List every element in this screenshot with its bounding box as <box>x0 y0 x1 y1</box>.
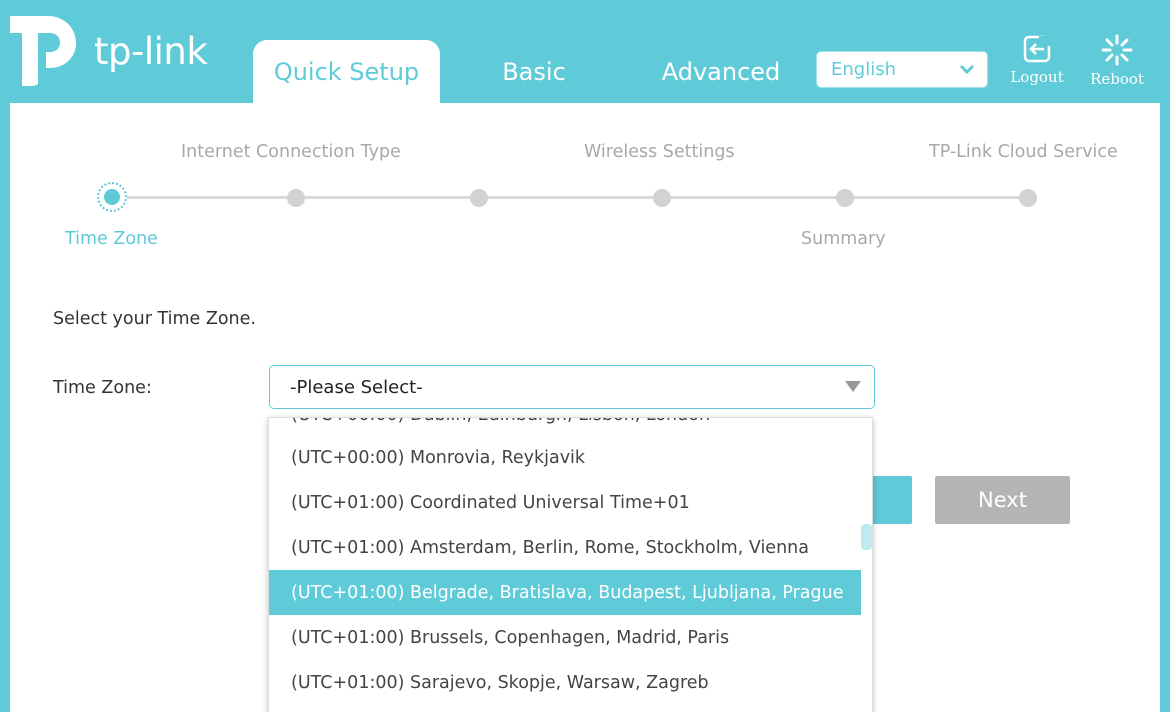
logout-button[interactable]: Logout <box>1002 34 1072 94</box>
list-item[interactable]: (UTC+01:00) Brussels, Copenhagen, Madrid… <box>269 615 861 660</box>
dropdown-scrollbar-thumb[interactable] <box>861 524 872 550</box>
step-summary: Summary <box>801 229 886 249</box>
dropdown-arrow-icon <box>845 381 861 392</box>
language-select[interactable]: English <box>816 51 988 88</box>
list-item[interactable]: (UTC+00:00) Dublin, Edinburgh, Lisbon, L… <box>269 418 861 437</box>
step-dot-summary <box>836 189 854 207</box>
instruction-text: Select your Time Zone. <box>53 309 256 329</box>
step-cloud-service: TP-Link Cloud Service <box>929 142 1118 162</box>
time-zone-select[interactable]: -Please Select- <box>269 365 875 409</box>
list-item[interactable]: (UTC+01:00) Coordinated Universal Time+0… <box>269 480 861 525</box>
stepper-track <box>112 196 1028 199</box>
step-dot-2 <box>470 189 488 207</box>
chevron-down-icon <box>959 64 975 75</box>
step-internet-connection-type: Internet Connection Type <box>181 142 401 162</box>
tab-quick-setup[interactable]: Quick Setup <box>253 40 440 103</box>
tab-basic[interactable]: Basic <box>470 40 598 103</box>
logout-icon <box>1023 35 1051 63</box>
reboot-icon <box>1101 34 1133 66</box>
time-zone-label: Time Zone: <box>53 378 152 398</box>
reboot-label: Reboot <box>1090 70 1144 88</box>
reboot-button[interactable]: Reboot <box>1082 34 1152 94</box>
step-wireless-settings: Wireless Settings <box>584 142 735 162</box>
tab-advanced[interactable]: Advanced <box>640 40 802 103</box>
step-dot-wireless-settings <box>653 189 671 207</box>
top-header: tp-link Quick Setup Basic Advanced Engli… <box>0 0 1170 103</box>
list-item[interactable]: (UTC+01:00) Amsterdam, Berlin, Rome, Sto… <box>269 525 861 570</box>
tp-link-logo-mark <box>10 16 76 86</box>
next-button[interactable]: Next <box>935 476 1070 524</box>
list-item[interactable]: (UTC+01:00) Sarajevo, Skopje, Warsaw, Za… <box>269 660 861 705</box>
step-time-zone: Time Zone <box>65 229 158 249</box>
tp-link-logo[interactable]: tp-link <box>8 12 208 88</box>
logout-label: Logout <box>1010 68 1064 86</box>
step-dot-time-zone <box>97 182 127 212</box>
list-item[interactable]: (UTC+00:00) Monrovia, Reykjavik <box>269 435 861 480</box>
time-zone-dropdown-list[interactable]: (UTC+00:00) Dublin, Edinburgh, Lisbon, L… <box>268 417 873 712</box>
step-dot-cloud-service <box>1019 189 1037 207</box>
brand-name: tp-link <box>94 30 208 73</box>
time-zone-value: -Please Select- <box>290 376 423 398</box>
step-dot-internet-connection-type <box>287 189 305 207</box>
list-item-highlighted[interactable]: (UTC+01:00) Belgrade, Bratislava, Budape… <box>269 570 861 615</box>
language-value: English <box>831 59 896 80</box>
